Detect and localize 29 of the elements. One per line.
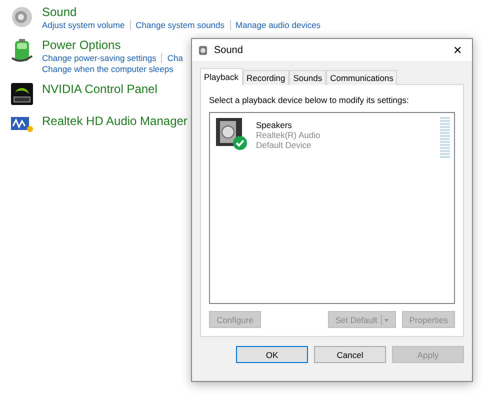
category-title[interactable]: NVIDIA Control Panel xyxy=(42,82,158,96)
dialog-button[interactable]: OK xyxy=(236,346,308,363)
speaker-icon xyxy=(10,5,34,29)
window-title: Sound xyxy=(214,44,244,56)
close-button[interactable]: ✕ xyxy=(449,44,466,56)
category-title[interactable]: Sound xyxy=(42,5,321,19)
chip-icon xyxy=(10,82,34,106)
tab[interactable]: Sounds xyxy=(289,70,326,85)
tab[interactable]: Playback xyxy=(200,68,242,85)
battery-icon xyxy=(10,38,34,64)
device-item[interactable]: Speakers Realtek(R) Audio Default Device xyxy=(214,117,450,159)
category-title[interactable]: Realtek HD Audio Manager xyxy=(42,114,188,128)
task-link[interactable]: Adjust system volume xyxy=(42,20,125,30)
speaker-icon xyxy=(198,44,208,56)
category-title[interactable]: Power Options xyxy=(42,38,183,52)
device-name: Speakers xyxy=(256,120,293,130)
task-link[interactable]: Manage audio devices xyxy=(236,20,321,30)
task-link[interactable]: Change system sounds xyxy=(136,20,224,30)
tab[interactable]: Communications xyxy=(326,70,398,85)
tab[interactable]: Recording xyxy=(242,70,290,85)
level-meter-icon xyxy=(440,117,450,159)
instruction-text: Select a playback device below to modify its settings: xyxy=(209,95,410,105)
device-status: Default Device xyxy=(256,140,312,150)
task-link[interactable]: Change when the computer sleeps xyxy=(42,64,174,74)
task-link[interactable]: Change power-saving settings xyxy=(42,53,156,63)
task-link[interactable]: Cha xyxy=(167,53,183,63)
audio-wave-icon xyxy=(10,114,34,134)
device-driver: Realtek(R) Audio xyxy=(256,130,322,140)
dialog-button[interactable]: Cancel xyxy=(314,346,386,363)
